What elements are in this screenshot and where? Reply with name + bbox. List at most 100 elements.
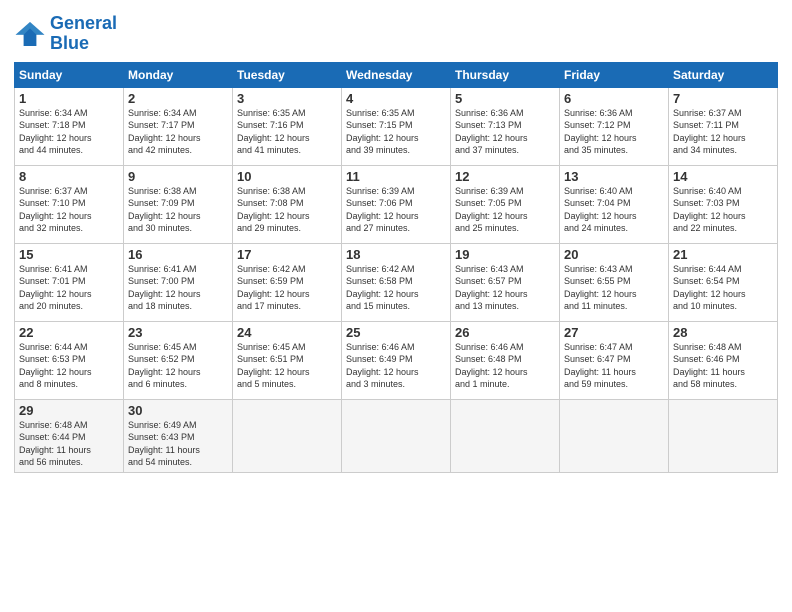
day-info: Sunrise: 6:38 AMSunset: 7:09 PMDaylight:… xyxy=(128,185,228,235)
day-info: Sunrise: 6:42 AMSunset: 6:59 PMDaylight:… xyxy=(237,263,337,313)
calendar-week-row: 8Sunrise: 6:37 AMSunset: 7:10 PMDaylight… xyxy=(15,165,778,243)
day-number: 20 xyxy=(564,247,664,262)
calendar-cell: 1Sunrise: 6:34 AMSunset: 7:18 PMDaylight… xyxy=(15,87,124,165)
col-sunday: Sunday xyxy=(15,62,124,87)
logo: General Blue xyxy=(14,14,117,54)
day-info: Sunrise: 6:40 AMSunset: 7:03 PMDaylight:… xyxy=(673,185,773,235)
day-number: 22 xyxy=(19,325,119,340)
day-number: 25 xyxy=(346,325,446,340)
calendar-cell: 29Sunrise: 6:48 AMSunset: 6:44 PMDayligh… xyxy=(15,399,124,472)
day-info: Sunrise: 6:45 AMSunset: 6:51 PMDaylight:… xyxy=(237,341,337,391)
day-info: Sunrise: 6:48 AMSunset: 6:44 PMDaylight:… xyxy=(19,419,119,469)
day-number: 26 xyxy=(455,325,555,340)
day-number: 24 xyxy=(237,325,337,340)
calendar-cell: 10Sunrise: 6:38 AMSunset: 7:08 PMDayligh… xyxy=(233,165,342,243)
calendar-cell: 17Sunrise: 6:42 AMSunset: 6:59 PMDayligh… xyxy=(233,243,342,321)
calendar-table: Sunday Monday Tuesday Wednesday Thursday… xyxy=(14,62,778,473)
calendar-cell: 7Sunrise: 6:37 AMSunset: 7:11 PMDaylight… xyxy=(669,87,778,165)
day-number: 5 xyxy=(455,91,555,106)
col-monday: Monday xyxy=(124,62,233,87)
day-info: Sunrise: 6:35 AMSunset: 7:15 PMDaylight:… xyxy=(346,107,446,157)
day-info: Sunrise: 6:38 AMSunset: 7:08 PMDaylight:… xyxy=(237,185,337,235)
day-number: 13 xyxy=(564,169,664,184)
calendar-cell: 16Sunrise: 6:41 AMSunset: 7:00 PMDayligh… xyxy=(124,243,233,321)
day-info: Sunrise: 6:34 AMSunset: 7:18 PMDaylight:… xyxy=(19,107,119,157)
day-number: 19 xyxy=(455,247,555,262)
calendar-cell: 22Sunrise: 6:44 AMSunset: 6:53 PMDayligh… xyxy=(15,321,124,399)
day-number: 12 xyxy=(455,169,555,184)
calendar-cell xyxy=(669,399,778,472)
calendar-cell: 21Sunrise: 6:44 AMSunset: 6:54 PMDayligh… xyxy=(669,243,778,321)
day-number: 10 xyxy=(237,169,337,184)
day-info: Sunrise: 6:36 AMSunset: 7:12 PMDaylight:… xyxy=(564,107,664,157)
day-info: Sunrise: 6:47 AMSunset: 6:47 PMDaylight:… xyxy=(564,341,664,391)
day-number: 21 xyxy=(673,247,773,262)
day-info: Sunrise: 6:37 AMSunset: 7:10 PMDaylight:… xyxy=(19,185,119,235)
calendar-header-row: Sunday Monday Tuesday Wednesday Thursday… xyxy=(15,62,778,87)
calendar-cell: 5Sunrise: 6:36 AMSunset: 7:13 PMDaylight… xyxy=(451,87,560,165)
day-number: 6 xyxy=(564,91,664,106)
day-number: 4 xyxy=(346,91,446,106)
col-wednesday: Wednesday xyxy=(342,62,451,87)
day-info: Sunrise: 6:39 AMSunset: 7:06 PMDaylight:… xyxy=(346,185,446,235)
day-info: Sunrise: 6:37 AMSunset: 7:11 PMDaylight:… xyxy=(673,107,773,157)
calendar-cell xyxy=(233,399,342,472)
day-info: Sunrise: 6:41 AMSunset: 7:00 PMDaylight:… xyxy=(128,263,228,313)
day-number: 15 xyxy=(19,247,119,262)
calendar-cell: 12Sunrise: 6:39 AMSunset: 7:05 PMDayligh… xyxy=(451,165,560,243)
day-info: Sunrise: 6:46 AMSunset: 6:49 PMDaylight:… xyxy=(346,341,446,391)
calendar-cell: 27Sunrise: 6:47 AMSunset: 6:47 PMDayligh… xyxy=(560,321,669,399)
logo-blue: Blue xyxy=(50,33,89,53)
calendar-cell: 6Sunrise: 6:36 AMSunset: 7:12 PMDaylight… xyxy=(560,87,669,165)
day-number: 16 xyxy=(128,247,228,262)
day-number: 30 xyxy=(128,403,228,418)
day-number: 29 xyxy=(19,403,119,418)
day-info: Sunrise: 6:39 AMSunset: 7:05 PMDaylight:… xyxy=(455,185,555,235)
day-number: 9 xyxy=(128,169,228,184)
day-info: Sunrise: 6:49 AMSunset: 6:43 PMDaylight:… xyxy=(128,419,228,469)
day-info: Sunrise: 6:35 AMSunset: 7:16 PMDaylight:… xyxy=(237,107,337,157)
calendar-cell: 18Sunrise: 6:42 AMSunset: 6:58 PMDayligh… xyxy=(342,243,451,321)
col-tuesday: Tuesday xyxy=(233,62,342,87)
day-info: Sunrise: 6:34 AMSunset: 7:17 PMDaylight:… xyxy=(128,107,228,157)
day-info: Sunrise: 6:44 AMSunset: 6:54 PMDaylight:… xyxy=(673,263,773,313)
calendar-cell: 9Sunrise: 6:38 AMSunset: 7:09 PMDaylight… xyxy=(124,165,233,243)
calendar-cell: 28Sunrise: 6:48 AMSunset: 6:46 PMDayligh… xyxy=(669,321,778,399)
logo-text: General Blue xyxy=(50,14,117,54)
day-number: 8 xyxy=(19,169,119,184)
logo-general: General xyxy=(50,13,117,33)
calendar-cell: 24Sunrise: 6:45 AMSunset: 6:51 PMDayligh… xyxy=(233,321,342,399)
day-number: 11 xyxy=(346,169,446,184)
calendar-cell: 3Sunrise: 6:35 AMSunset: 7:16 PMDaylight… xyxy=(233,87,342,165)
day-number: 27 xyxy=(564,325,664,340)
calendar-week-row: 22Sunrise: 6:44 AMSunset: 6:53 PMDayligh… xyxy=(15,321,778,399)
col-friday: Friday xyxy=(560,62,669,87)
day-number: 14 xyxy=(673,169,773,184)
page-container: General Blue Sunday Monday Tuesday Wedne… xyxy=(0,0,792,612)
calendar-cell: 15Sunrise: 6:41 AMSunset: 7:01 PMDayligh… xyxy=(15,243,124,321)
logo-icon xyxy=(14,20,46,48)
calendar-cell: 20Sunrise: 6:43 AMSunset: 6:55 PMDayligh… xyxy=(560,243,669,321)
day-info: Sunrise: 6:41 AMSunset: 7:01 PMDaylight:… xyxy=(19,263,119,313)
calendar-cell: 30Sunrise: 6:49 AMSunset: 6:43 PMDayligh… xyxy=(124,399,233,472)
day-info: Sunrise: 6:43 AMSunset: 6:57 PMDaylight:… xyxy=(455,263,555,313)
calendar-cell xyxy=(451,399,560,472)
calendar-week-row: 29Sunrise: 6:48 AMSunset: 6:44 PMDayligh… xyxy=(15,399,778,472)
col-thursday: Thursday xyxy=(451,62,560,87)
day-number: 23 xyxy=(128,325,228,340)
calendar-cell: 26Sunrise: 6:46 AMSunset: 6:48 PMDayligh… xyxy=(451,321,560,399)
calendar-cell: 2Sunrise: 6:34 AMSunset: 7:17 PMDaylight… xyxy=(124,87,233,165)
calendar-cell: 8Sunrise: 6:37 AMSunset: 7:10 PMDaylight… xyxy=(15,165,124,243)
day-info: Sunrise: 6:36 AMSunset: 7:13 PMDaylight:… xyxy=(455,107,555,157)
calendar-cell: 25Sunrise: 6:46 AMSunset: 6:49 PMDayligh… xyxy=(342,321,451,399)
day-number: 2 xyxy=(128,91,228,106)
logo-wordmark: General Blue xyxy=(50,14,117,54)
day-number: 18 xyxy=(346,247,446,262)
day-number: 3 xyxy=(237,91,337,106)
day-number: 1 xyxy=(19,91,119,106)
calendar-cell: 11Sunrise: 6:39 AMSunset: 7:06 PMDayligh… xyxy=(342,165,451,243)
col-saturday: Saturday xyxy=(669,62,778,87)
day-info: Sunrise: 6:48 AMSunset: 6:46 PMDaylight:… xyxy=(673,341,773,391)
day-info: Sunrise: 6:45 AMSunset: 6:52 PMDaylight:… xyxy=(128,341,228,391)
day-info: Sunrise: 6:42 AMSunset: 6:58 PMDaylight:… xyxy=(346,263,446,313)
